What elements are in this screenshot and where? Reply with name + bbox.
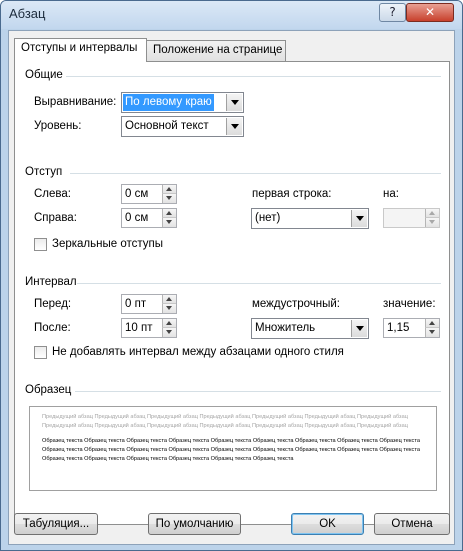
indent-by-label: на: (383, 188, 399, 200)
spacing-at-label: значение: (383, 298, 436, 310)
preview-box: Предыдущий абзац Предыдущий абзац Предыд… (29, 406, 437, 491)
spacing-after-label: После: (34, 322, 71, 334)
indent-left-value: 0 см (125, 188, 149, 200)
preview-content: Предыдущий абзац Предыдущий абзац Предыд… (42, 413, 422, 464)
no-space-same-style-label[interactable]: Не добавлять интервал между абзацами одн… (52, 346, 344, 358)
preview-group-label: Образец (25, 384, 72, 396)
first-line-label: первая строка: (252, 188, 332, 200)
indent-left-spinner[interactable]: 0 см (121, 184, 177, 204)
mirror-indents-checkbox[interactable] (34, 238, 47, 251)
set-as-default-button[interactable]: По умолчанию (148, 513, 241, 535)
line-spacing-value: Множитель (255, 322, 316, 334)
tab-indents-and-spacing[interactable]: Отступы и интервалы (14, 38, 147, 62)
ok-button[interactable]: OK (291, 513, 364, 535)
chevron-down-icon[interactable] (351, 320, 367, 337)
tab-panel: Общие Выравнивание: По левому краю Урове… (14, 61, 450, 525)
indent-right-value: 0 см (125, 212, 149, 224)
spin-up-icon[interactable] (162, 319, 176, 328)
tabs-button[interactable]: Табуляция... (14, 513, 98, 535)
spacing-group-label: Интервал (25, 276, 77, 288)
alignment-select[interactable]: По левому краю (121, 92, 244, 113)
spacing-before-value: 0 пт (125, 298, 147, 310)
spin-up-icon[interactable] (162, 185, 176, 194)
indent-left-label: Слева: (34, 188, 71, 200)
indent-right-spinner[interactable]: 0 см (121, 208, 177, 228)
paragraph-dialog: Абзац ? ✕ Отступы и интервалы Положение … (0, 0, 463, 551)
group-divider (70, 173, 441, 174)
indent-right-label: Справа: (34, 212, 77, 224)
spin-down-icon[interactable] (162, 304, 176, 313)
spacing-after-value: 10 пт (125, 322, 153, 334)
spacing-at-spinner[interactable]: 1,15 (383, 318, 440, 338)
outline-level-select[interactable]: Основной текст (121, 116, 244, 137)
spacing-before-spinner[interactable]: 0 пт (121, 294, 177, 314)
alignment-label: Выравнивание: (34, 96, 117, 108)
spin-up-icon[interactable] (425, 319, 439, 328)
chevron-down-icon[interactable] (351, 210, 367, 227)
tab-label: Отступы и интервалы (21, 42, 138, 54)
outline-level-value: Основной текст (125, 120, 209, 132)
group-divider (77, 283, 441, 284)
first-line-value: (нет) (255, 212, 281, 224)
outline-level-label: Уровень: (34, 120, 82, 132)
chevron-down-icon[interactable] (226, 94, 242, 111)
preview-sample-text: Образец текста Образец текста Образец те… (42, 438, 420, 462)
spin-up-icon[interactable] (425, 209, 439, 218)
tab-line-and-page-breaks[interactable]: Положение на странице (146, 40, 286, 62)
spacing-after-spinner[interactable]: 10 пт (121, 318, 177, 338)
group-divider (66, 76, 441, 77)
spacing-before-label: Перед: (34, 298, 72, 310)
group-divider (75, 391, 441, 392)
dialog-title: Абзац (9, 6, 46, 21)
spacing-at-value: 1,15 (387, 322, 410, 334)
title-bar: Абзац ? ✕ (1, 1, 462, 29)
mirror-indents-label[interactable]: Зеркальные отступы (52, 238, 163, 250)
dialog-body: Отступы и интервалы Положение на страниц… (8, 30, 455, 545)
spin-down-icon[interactable] (425, 218, 439, 227)
general-group-label: Общие (25, 69, 63, 81)
indent-by-spinner[interactable] (383, 208, 440, 228)
spin-down-icon[interactable] (162, 194, 176, 203)
line-spacing-select[interactable]: Множитель (251, 318, 369, 339)
tab-label: Положение на странице (153, 44, 283, 56)
help-button[interactable]: ? (379, 3, 406, 22)
alignment-value: По левому краю (123, 94, 214, 111)
chevron-down-icon[interactable] (226, 118, 242, 135)
spin-down-icon[interactable] (162, 328, 176, 337)
spin-down-icon[interactable] (425, 328, 439, 337)
spin-down-icon[interactable] (162, 218, 176, 227)
spin-up-icon[interactable] (162, 209, 176, 218)
cancel-button[interactable]: Отмена (374, 513, 450, 535)
spin-up-icon[interactable] (162, 295, 176, 304)
preview-previous-paragraph: Предыдущий абзац Предыдущий абзац Предыд… (42, 414, 408, 429)
indent-group-label: Отступ (25, 166, 63, 178)
no-space-same-style-checkbox[interactable] (34, 346, 47, 359)
first-line-select[interactable]: (нет) (251, 208, 369, 229)
line-spacing-label: междустрочный: (252, 298, 340, 310)
close-button[interactable]: ✕ (406, 3, 454, 22)
